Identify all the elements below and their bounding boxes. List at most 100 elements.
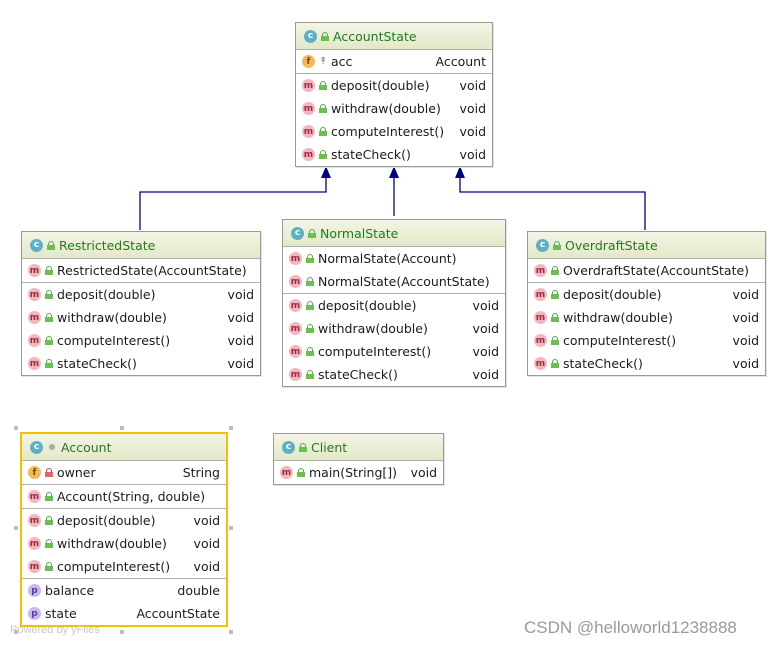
public-icon: [553, 240, 561, 250]
constructor-name: NormalState(AccountState): [318, 274, 490, 289]
class-name: AccountState: [333, 28, 417, 44]
method-row[interactable]: m deposit(double) void: [296, 74, 492, 97]
method-row[interactable]: m withdraw(double) void: [296, 97, 492, 120]
public-icon: [319, 104, 327, 113]
constructor-row[interactable]: m Account(String, double): [22, 485, 226, 508]
constructor-row[interactable]: m OverdraftState(AccountState): [528, 259, 765, 282]
private-lock-icon: [45, 468, 53, 477]
selection-handle[interactable]: [14, 426, 18, 430]
property-type: double: [177, 583, 220, 598]
public-icon: [45, 539, 53, 548]
method-icon: m: [289, 368, 302, 381]
return-type: void: [459, 147, 486, 162]
selection-handle[interactable]: [120, 426, 124, 430]
method-icon: m: [28, 264, 41, 277]
method-row[interactable]: m computeInterest() void: [22, 329, 260, 352]
class-name: OverdraftState: [565, 237, 658, 253]
public-icon: [319, 81, 327, 90]
method-name: computeInterest(): [57, 333, 171, 348]
class-normalstate[interactable]: c NormalState m NormalState(Account) m Nor…: [282, 219, 506, 387]
method-row[interactable]: m withdraw(double) void: [528, 306, 765, 329]
constructor-row[interactable]: m NormalState(Account): [283, 247, 505, 270]
constructor-name: OverdraftState(AccountState): [563, 263, 750, 278]
return-type: void: [410, 465, 437, 480]
class-icon: c: [536, 238, 549, 252]
method-row[interactable]: m main(String[]) void: [274, 461, 443, 484]
class-accountstate[interactable]: c AccountState f ↟ acc Account m deposit(…: [295, 22, 493, 167]
selection-handle[interactable]: [120, 630, 124, 634]
class-overdraftstate[interactable]: c OverdraftState m OverdraftState(Account…: [527, 231, 766, 376]
class-name: NormalState: [320, 225, 399, 241]
return-type: void: [732, 356, 759, 371]
method-row[interactable]: m computeInterest() void: [296, 120, 492, 143]
constructor-row[interactable]: m NormalState(AccountState): [283, 270, 505, 293]
class-icon: c: [291, 226, 304, 240]
method-icon: m: [28, 490, 41, 503]
public-icon: [551, 336, 559, 345]
method-row[interactable]: m deposit(double) void: [22, 509, 226, 532]
public-icon: [306, 370, 314, 379]
field-name: owner: [57, 465, 96, 480]
method-row[interactable]: m stateCheck() void: [528, 352, 765, 375]
field-row[interactable]: f owner String: [22, 461, 226, 484]
return-type: void: [227, 333, 254, 348]
field-type: Account: [435, 54, 486, 69]
return-type: void: [227, 310, 254, 325]
method-name: stateCheck(): [318, 367, 398, 382]
method-row[interactable]: m stateCheck() void: [283, 363, 505, 386]
selection-handle[interactable]: [14, 526, 18, 530]
method-row[interactable]: m deposit(double) void: [528, 283, 765, 306]
public-icon: [306, 324, 314, 333]
selection-handle[interactable]: [229, 426, 233, 430]
property-type: AccountState: [136, 606, 220, 621]
method-icon: m: [534, 357, 547, 370]
method-icon: m: [302, 125, 315, 138]
return-type: void: [193, 536, 220, 551]
method-icon: m: [302, 79, 315, 92]
method-row[interactable]: m deposit(double) void: [22, 283, 260, 306]
selection-handle[interactable]: [229, 630, 233, 634]
class-restrictedstate[interactable]: c RestrictedState m RestrictedState(Accou…: [21, 231, 261, 376]
public-icon: [319, 127, 327, 136]
method-row[interactable]: m computeInterest() void: [283, 340, 505, 363]
return-type: void: [472, 367, 499, 382]
public-icon: [308, 228, 316, 238]
property-name: state: [45, 606, 77, 621]
method-row[interactable]: m stateCheck() void: [296, 143, 492, 166]
public-icon: [306, 347, 314, 356]
return-type: void: [459, 101, 486, 116]
method-row[interactable]: m computeInterest() void: [528, 329, 765, 352]
method-row[interactable]: m withdraw(double) void: [22, 532, 226, 555]
method-row[interactable]: m stateCheck() void: [22, 352, 260, 375]
public-icon: [321, 31, 329, 41]
method-icon: m: [28, 537, 41, 550]
selection-handle[interactable]: [229, 526, 233, 530]
method-icon: m: [302, 148, 315, 161]
class-header: c AccountState: [296, 23, 492, 50]
public-icon: [551, 313, 559, 322]
property-row[interactable]: p state AccountState: [22, 602, 226, 625]
property-row[interactable]: p balance double: [22, 579, 226, 602]
public-icon: [45, 266, 53, 275]
method-row[interactable]: m computeInterest() void: [22, 555, 226, 578]
class-icon: c: [30, 238, 43, 252]
constructor-name: NormalState(Account): [318, 251, 457, 266]
public-icon: [45, 516, 53, 525]
return-type: void: [193, 559, 220, 574]
public-icon: [551, 359, 559, 368]
public-icon: [45, 359, 53, 368]
class-client[interactable]: c Client m main(String[]) void: [273, 433, 444, 485]
field-row[interactable]: f ↟ acc Account: [296, 50, 492, 73]
public-icon: [45, 492, 53, 501]
method-icon: m: [28, 560, 41, 573]
method-icon: m: [534, 311, 547, 324]
class-account[interactable]: c Account f owner String m Account(String, …: [20, 432, 228, 627]
method-row[interactable]: m withdraw(double) void: [283, 317, 505, 340]
constructor-row[interactable]: m RestrictedState(AccountState): [22, 259, 260, 282]
package-private-icon: [49, 444, 55, 450]
runnable-class-icon: c: [282, 440, 295, 454]
method-row[interactable]: m withdraw(double) void: [22, 306, 260, 329]
method-icon: m: [28, 334, 41, 347]
method-row[interactable]: m deposit(double) void: [283, 294, 505, 317]
method-icon: m: [28, 357, 41, 370]
